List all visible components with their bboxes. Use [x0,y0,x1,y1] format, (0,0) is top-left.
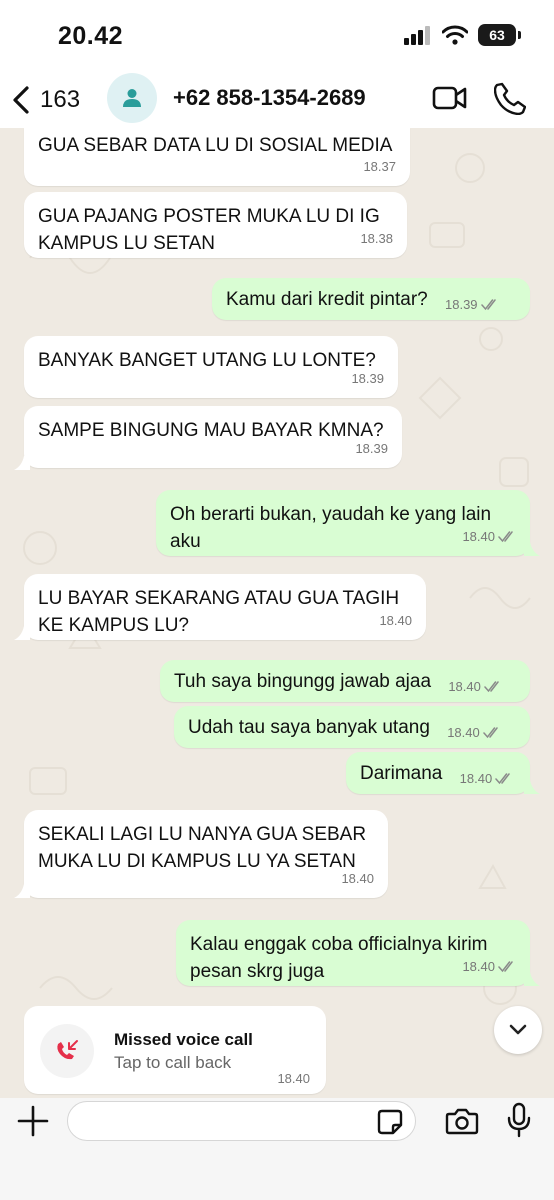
plus-icon [17,1105,49,1137]
message-time: 18.40 [341,871,374,886]
message-meta: 18.40 [379,607,412,634]
message-time: 18.39 [445,297,478,312]
wifi-icon [442,25,468,45]
message-incoming[interactable]: GUA SEBAR DATA LU DI SOSIAL MEDIA 18.37 [24,128,410,186]
message-incoming[interactable]: BANYAK BANGET UTANG LU LONTE? 18.39 [24,336,398,398]
message-time: 18.40 [448,679,481,694]
phone-icon [493,82,527,116]
message-meta: 18.40 [447,719,501,746]
missed-call-subtitle: Tap to call back [114,1053,232,1072]
unread-count: 163 [40,86,81,113]
message-meta: 18.39 [351,365,384,392]
message-time: 18.38 [360,231,393,246]
status-indicators: 63 [404,24,521,46]
message-time: 18.37 [363,159,396,174]
message-text: GUA SEBAR DATA LU DI SOSIAL MEDIA [38,135,393,156]
double-check-icon [498,530,513,542]
message-text: Tuh saya bingungg jawab ajaa [174,671,432,692]
missed-call-card[interactable]: Missed voice call Tap to call back 18.40 [24,1006,326,1094]
message-time: 18.40 [462,959,495,974]
message-input[interactable] [67,1101,416,1141]
chat-header: 163 +62 858-1354-2689 [0,72,554,128]
message-time: 18.40 [447,725,480,740]
status-time: 20.42 [58,22,124,50]
message-outgoing[interactable]: Darimana 18.40 [346,752,530,794]
microphone-button[interactable] [506,1102,532,1143]
message-meta: 18.40 [462,953,516,980]
message-meta: 18.40 [341,865,374,892]
message-meta: 18.40 [462,523,516,550]
video-call-button[interactable] [432,84,468,117]
message-time: 18.40 [459,771,493,786]
message-meta: 18.39 [445,291,499,318]
battery-icon: 63 [478,24,521,46]
chevron-left-icon [13,86,29,114]
message-text: LU BAYAR SEKARANG ATAU GUA TAGIH KE KAMP… [38,588,400,636]
bubble-tail [14,456,30,470]
missed-call-icon-wrap [40,1024,94,1078]
battery-level: 63 [489,27,505,43]
bubble-tail [524,542,540,556]
message-meta: 18.37 [363,153,396,180]
message-text: BANYAK BANGET UTANG LU LONTE? [38,350,376,371]
camera-icon [445,1108,479,1135]
missed-call-time: 18.40 [277,1071,310,1086]
message-outgoing[interactable]: Kalau enggak coba officialnya kirim pesa… [176,920,530,986]
message-meta: 18.40 [448,673,502,700]
message-text: SEKALI LAGI LU NANYA GUA SEBAR MUKA LU D… [38,824,367,872]
chevron-down-icon [509,1024,527,1035]
message-outgoing[interactable]: Oh berarti bukan, yaudah ke yang lain ak… [156,490,530,556]
bubble-tail [524,780,540,794]
bubble-tail [14,626,30,640]
chat-screen: 20.42 63 163 +62 858-1354-2689 GUA SEBAR… [0,0,554,1200]
double-check-icon [495,772,510,784]
bubble-tail [14,884,30,898]
message-text: GUA PAJANG POSTER MUKA LU DI IG KAMPUS L… [38,206,380,254]
message-meta: 18.39 [355,435,388,462]
back-button[interactable]: 163 [10,80,80,120]
double-check-icon [498,960,513,972]
message-outgoing[interactable]: Udah tau saya banyak utang 18.40 [174,706,530,748]
bubble-tail [524,972,540,986]
double-check-icon [480,298,496,310]
signal-icon [404,26,430,45]
camera-button[interactable] [445,1106,479,1141]
message-meta: 18.40 [460,765,514,792]
double-check-icon [484,680,499,692]
status-bar: 20.42 63 [0,0,554,72]
person-icon [123,89,141,107]
missed-call-icon [57,1040,78,1060]
message-meta: 18.38 [360,225,393,252]
message-outgoing[interactable]: Kamu dari kredit pintar? 18.39 [212,278,530,320]
message-incoming[interactable]: GUA PAJANG POSTER MUKA LU DI IG KAMPUS L… [24,192,407,258]
message-incoming[interactable]: LU BAYAR SEKARANG ATAU GUA TAGIH KE KAMP… [24,574,426,640]
video-camera-icon [432,86,467,110]
missed-call-title: Missed voice call [114,1030,253,1049]
message-time: 18.39 [351,371,384,386]
message-time: 18.40 [379,613,412,628]
message-incoming[interactable]: SEKALI LAGI LU NANYA GUA SEBAR MUKA LU D… [24,810,388,898]
message-time: 18.39 [355,441,388,456]
message-time: 18.40 [462,529,495,544]
avatar[interactable] [107,73,157,123]
message-text: Kamu dari kredit pintar? [226,289,428,310]
microphone-icon [507,1102,531,1138]
message-text: Udah tau saya banyak utang [188,717,430,738]
message-incoming[interactable]: SAMPE BINGUNG MAU BAYAR KMNA? 18.39 [24,406,402,468]
message-text: SAMPE BINGUNG MAU BAYAR KMNA? [38,420,384,441]
double-check-icon [482,726,498,738]
attach-button[interactable] [16,1104,50,1138]
sticker-button[interactable] [376,1108,404,1141]
scroll-down-button[interactable] [494,1006,542,1054]
message-text: Darimana [360,763,443,784]
input-bar [0,1098,554,1200]
voice-call-button[interactable] [493,81,527,120]
sticker-icon [377,1109,403,1135]
contact-name[interactable]: +62 858-1354-2689 [173,85,366,111]
message-outgoing[interactable]: Tuh saya bingungg jawab ajaa 18.40 [160,660,530,702]
